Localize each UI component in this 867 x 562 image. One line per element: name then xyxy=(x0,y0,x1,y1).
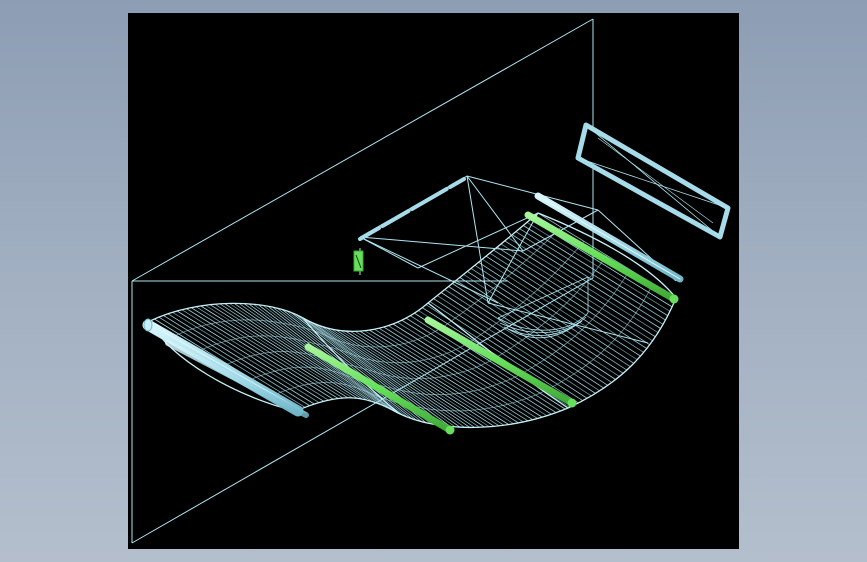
rod-back-right xyxy=(534,192,684,283)
rod-green-lower xyxy=(304,343,455,435)
mesh-strand xyxy=(222,255,608,380)
floating-panel xyxy=(575,122,731,240)
rod-front-left-2 xyxy=(165,340,309,418)
canopy-tube xyxy=(358,177,466,241)
seat-mesh xyxy=(149,212,677,428)
bracket-left xyxy=(353,250,364,272)
wireframe-canvas xyxy=(131,18,731,544)
cad-viewport[interactable] xyxy=(128,13,739,549)
